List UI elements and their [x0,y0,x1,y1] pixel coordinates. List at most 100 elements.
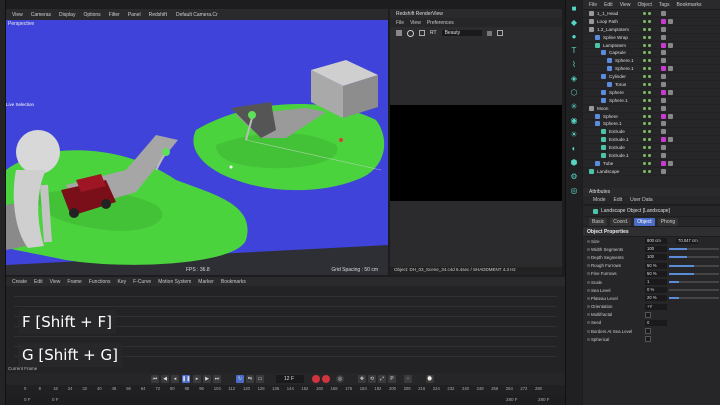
object-row[interactable]: Extrude [583,144,720,153]
menu-redshift[interactable]: Redshift [149,12,167,18]
menu-cameras[interactable]: Cameras [31,12,51,18]
object-name[interactable]: Spline Wrap [603,35,628,40]
object-manager-icon[interactable]: ■ [568,4,580,14]
tl-menu-bookmarks[interactable]: Bookmarks [221,279,246,285]
object-tags[interactable] [661,105,666,111]
visibility-dots[interactable] [643,19,651,23]
tab-coord[interactable]: Coord. [610,217,632,226]
object-row[interactable]: Landscape [583,168,720,176]
visibility-dots[interactable] [643,130,651,134]
animate-dot-icon[interactable] [587,337,590,341]
object-name[interactable]: Sphere [603,114,618,119]
rv-menu-view[interactable]: View [410,20,421,26]
menu-options[interactable]: Options [83,12,100,18]
om-menu-tags[interactable]: Tags [659,2,670,8]
object-tags[interactable] [661,66,673,72]
tl-menu-marker[interactable]: Marker [198,279,214,285]
record-icon[interactable] [312,375,320,383]
frame-field[interactable]: 12 F [276,375,304,383]
prev-frame-icon[interactable]: ◂ [171,375,179,383]
object-name[interactable]: Extrude [609,145,625,150]
animate-dot-icon[interactable] [587,264,590,268]
animate-dot-icon[interactable] [587,313,590,317]
sphere-icon[interactable]: ● [568,32,580,42]
autokey-icon[interactable] [322,375,330,383]
animate-dot-icon[interactable] [587,247,590,251]
point-key-icon[interactable]: ⁘ [404,375,412,383]
preview-end[interactable]: 280 F [506,397,518,402]
object-name[interactable]: Lamptotem [603,43,626,48]
object-name[interactable]: Cylinder [609,74,626,79]
object-row[interactable]: Moon [583,105,720,113]
object-row[interactable]: Capsule [583,49,720,58]
object-row[interactable]: Sphere [583,89,720,97]
range-start[interactable]: 0 F [24,397,31,402]
object-name[interactable]: Moon [597,106,609,111]
visibility-dots[interactable] [643,51,651,55]
object-name[interactable]: Sphere.1 [609,98,628,103]
property-value[interactable]: 800 cm [645,238,667,245]
visibility-dots[interactable] [643,90,651,94]
timeline-ruler[interactable]: 0 8 16 24 32 40 48 56 64 72 80 88 96 104 112 120 128 136 1… [6,385,565,395]
visibility-dots[interactable] [643,75,651,79]
scale-key-icon[interactable]: ⤢ [378,375,386,383]
visibility-dots[interactable] [643,161,651,165]
go-end-icon[interactable]: ⏭ [213,375,221,383]
rt-toggle[interactable]: RT [430,30,437,36]
tl-menu-key[interactable]: Key [118,279,127,285]
object-tags[interactable] [661,50,666,56]
property-value[interactable]: +Y [645,303,667,310]
object-tags[interactable] [661,160,673,166]
attr-menu-userdata[interactable]: User Data [630,197,653,203]
visibility-dots[interactable] [643,114,651,118]
object-name[interactable]: Sphere.1 [603,121,622,126]
region-icon[interactable] [496,30,503,36]
object-row[interactable]: Sphere [583,113,720,121]
property-slider[interactable] [669,256,719,259]
menu-view[interactable]: View [12,12,23,18]
object-row[interactable]: Sphere.1 [583,65,720,74]
property-value[interactable]: 0 [645,319,667,326]
object-name[interactable]: 1.2_Lamptotem [597,27,629,32]
range-bar[interactable]: 0 F 0 F 280 F 280 F [6,395,565,405]
python-icon[interactable]: ◎ [568,186,580,196]
object-row[interactable]: Extrude [583,128,720,137]
object-row[interactable]: Sphere.1 [583,97,720,105]
object-row[interactable]: Sphere.1 [583,57,720,66]
next-key-icon[interactable]: ▶ [203,375,211,383]
keyframe-selection-icon[interactable]: ◎ [336,375,344,383]
tl-menu-fcurve[interactable]: F-Curve [133,279,151,285]
object-tags[interactable] [661,42,673,48]
object-row[interactable]: Spline Wrap [583,34,720,42]
animate-dot-icon[interactable] [587,296,590,300]
property-value-2[interactable]: 70.047 cm [676,238,698,245]
go-start-icon[interactable]: ⏮ [151,375,159,383]
object-row[interactable]: Torus [583,81,720,89]
object-name[interactable]: Extrude.1 [609,153,629,158]
property-slider[interactable] [669,248,719,251]
object-row[interactable]: Tube [583,160,720,168]
tab-phong[interactable]: Phong [657,217,679,226]
object-row[interactable]: Loop Path [583,18,720,26]
object-name[interactable]: Extrude [609,129,625,134]
stop-icon[interactable] [396,30,402,36]
tl-menu-view[interactable]: View [50,279,61,285]
range-end[interactable]: 280 F [538,397,550,402]
spline-icon[interactable]: ⌇ [568,60,580,70]
visibility-dots[interactable] [643,59,651,63]
object-name[interactable]: Sphere.1 [615,58,634,63]
tl-menu-edit[interactable]: Edit [34,279,43,285]
camera-icon[interactable]: ◉ [568,116,580,126]
param-key-icon[interactable]: P [388,375,396,383]
object-tags[interactable] [661,10,666,16]
play-pause-button[interactable]: ❚❚ [182,375,190,383]
object-tags[interactable] [661,97,666,103]
object-name[interactable]: Extrude.1 [609,137,629,142]
object-name[interactable]: Sphere [609,90,624,95]
animate-dot-icon[interactable] [587,305,590,309]
object-row[interactable]: Extrude.1 [583,136,720,145]
object-name[interactable]: Sphere.1 [615,66,634,71]
visibility-dots[interactable] [643,27,651,31]
visibility-dots[interactable] [643,138,651,142]
visibility-dots[interactable] [643,146,651,150]
